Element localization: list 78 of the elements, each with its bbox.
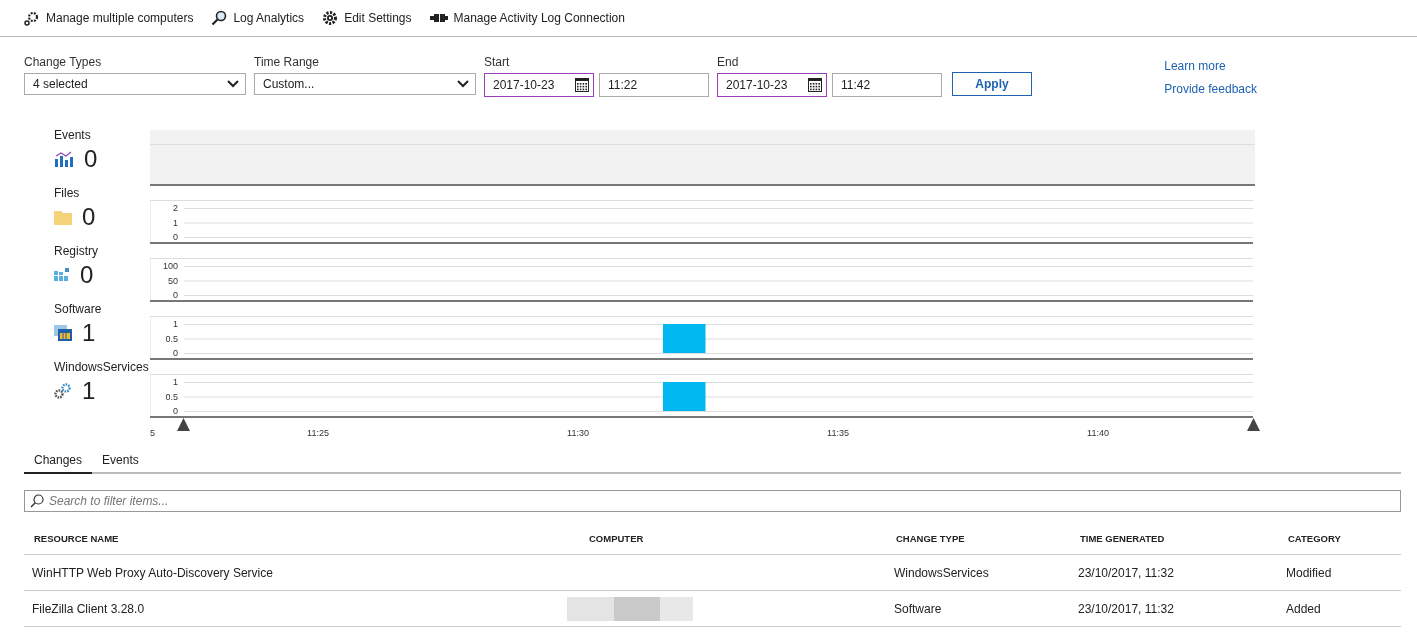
gears-icon (54, 383, 72, 399)
table-cell: FileZilla Client 3.28.0 (24, 590, 579, 627)
folder-icon (54, 209, 72, 225)
date-field[interactable]: 2017-10-23 (717, 73, 827, 97)
time-range-dropdown[interactable]: Custom... (254, 73, 476, 95)
category-label: Files (54, 186, 80, 202)
bar (663, 324, 706, 353)
link[interactable]: Learn more (1164, 59, 1257, 73)
chart-icon (54, 151, 74, 167)
app-window-icon (54, 325, 72, 341)
table-cell: WinHTTP Web Proxy Auto-Discovery Service (24, 554, 579, 591)
table-cell: WindowsServices (886, 554, 1070, 591)
axis-label: 5 (150, 428, 155, 438)
category-label: WindowsServices (54, 360, 149, 376)
column-header: RESOURCE NAME (24, 522, 579, 555)
tab[interactable]: Events (92, 448, 149, 474)
tick-label: 1 (173, 377, 178, 387)
table-cell: Added (1278, 590, 1401, 627)
link[interactable]: Provide feedback (1164, 82, 1257, 96)
chevron-down-icon (227, 80, 239, 88)
count-value: 0 (82, 202, 96, 232)
field-label: Time Range (254, 55, 320, 69)
axis-label: 11:35 (827, 428, 849, 438)
axis-label: 11:40 (1087, 428, 1109, 438)
bar (663, 382, 706, 411)
toolbar-button[interactable]: Log Analytics (211, 10, 305, 26)
count-value: 1 (82, 318, 96, 348)
field-label: End (717, 55, 740, 69)
tick-label: 1 (173, 217, 178, 228)
tick-label: 0.5 (165, 333, 178, 344)
tick-label: 50 (168, 275, 178, 286)
count-value: 0 (84, 144, 98, 174)
toolbar-button[interactable]: Manage multiple computers (24, 10, 194, 26)
column-header: CHANGE TYPE (886, 522, 1070, 555)
tick-label: 0 (173, 290, 178, 300)
column-header: TIME GENERATED (1070, 522, 1278, 555)
category-label: Software (54, 302, 102, 318)
toolbar-button[interactable]: Manage Activity Log Connection (429, 11, 625, 25)
range-start-handle[interactable] (177, 418, 190, 431)
search-icon (30, 494, 44, 508)
tick-label: 2 (173, 203, 178, 213)
plug-icon (429, 12, 448, 24)
toolbar-button[interactable]: Edit Settings (322, 10, 412, 26)
tick-label: 100 (162, 261, 178, 271)
table-cell: 23/10/2017, 11:32 (1070, 554, 1278, 591)
time-field[interactable]: 11:22 (599, 73, 709, 97)
tick-label: 0.5 (165, 391, 178, 402)
category-label: Events (54, 128, 91, 144)
tick-label: 0 (173, 232, 178, 242)
table-cell: Modified (1278, 554, 1401, 591)
date-field[interactable]: 2017-10-23 (484, 73, 594, 97)
range-end-handle[interactable] (1247, 418, 1260, 431)
registry-blocks-icon (54, 268, 70, 282)
chevron-down-icon (457, 80, 469, 88)
calendar-icon[interactable] (808, 78, 822, 92)
change-types-dropdown[interactable]: 4 selected (24, 73, 246, 95)
column-header: CATEGORY (1278, 522, 1401, 555)
tick-label: 0 (173, 406, 178, 416)
time-field[interactable]: 11:42 (832, 73, 942, 97)
column-header: COMPUTER (579, 522, 886, 555)
tick-label: 0 (173, 348, 178, 358)
search-field[interactable]: Search to filter items... (24, 490, 1401, 512)
count-value: 1 (82, 376, 96, 406)
axis-label: 11:30 (567, 428, 589, 438)
table-cell: Software (886, 590, 1070, 627)
field-label: Start (484, 55, 511, 69)
count-value: 0 (80, 260, 94, 290)
category-label: Registry (54, 244, 98, 260)
calendar-icon[interactable] (575, 78, 589, 92)
table-cell: 23/10/2017, 11:32 (1070, 590, 1278, 627)
axis-label: 11:25 (307, 428, 329, 438)
tick-label: 1 (173, 319, 178, 329)
apply-button[interactable]: Apply (952, 72, 1032, 96)
field-label: Change Types (24, 55, 103, 69)
settings-icon (322, 10, 339, 26)
gear-icon (24, 10, 40, 26)
tab[interactable]: Changes (24, 448, 93, 474)
search-icon (211, 10, 228, 26)
